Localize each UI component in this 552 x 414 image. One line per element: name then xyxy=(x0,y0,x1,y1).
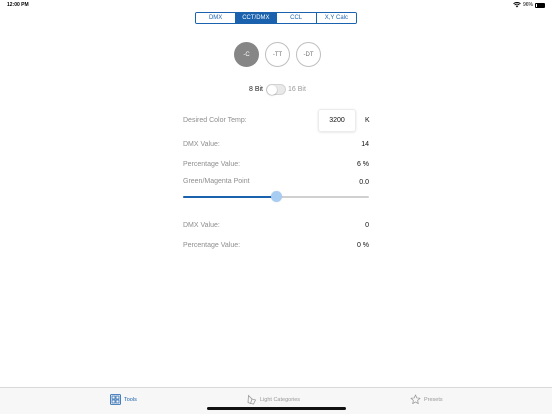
tab-tools-label: Tools xyxy=(124,396,137,403)
mode-c-button[interactable]: -C xyxy=(234,42,259,67)
tools-grid-icon xyxy=(110,394,121,405)
desired-color-temp-label: Desired Color Temp: xyxy=(183,117,247,124)
cct-percentage-value: 6 % xyxy=(356,161,369,168)
segment-cct-dmx[interactable]: CCT/DMX xyxy=(236,13,277,23)
tab-presets-label: Presets xyxy=(424,396,443,403)
home-indicator xyxy=(207,407,346,410)
segment-xy-calc[interactable]: X,Y Calc xyxy=(316,13,356,23)
tab-tools[interactable]: Tools xyxy=(110,394,137,405)
status-bar: 12:00 PM 96% xyxy=(0,0,552,10)
star-icon xyxy=(410,394,421,404)
gm-dmx-value: 0 xyxy=(365,222,369,229)
kelvin-unit: K xyxy=(365,117,370,124)
status-time: 12:00 PM xyxy=(7,2,29,8)
mode-dt-button[interactable]: -DT xyxy=(296,42,321,67)
calculator-mode-segmented-control: DMX CCT/DMX CCL X,Y Calc xyxy=(195,12,357,24)
wifi-icon xyxy=(513,2,521,8)
cct-dmx-value-label: DMX Value: xyxy=(183,141,220,148)
slider-thumb[interactable] xyxy=(270,191,282,202)
green-magenta-value: 0.0 xyxy=(359,179,369,186)
light-bulb-icon xyxy=(247,394,257,405)
tab-light-categories-label: Light Categories xyxy=(260,396,301,403)
slider-fill xyxy=(183,196,276,198)
bit-16-label: 16 Bit xyxy=(288,85,306,93)
battery-percentage: 96% xyxy=(522,2,533,8)
bit-8-label: 8 Bit xyxy=(249,85,264,93)
segment-dmx[interactable]: DMX xyxy=(196,13,237,23)
segment-ccl[interactable]: CCL xyxy=(276,13,317,23)
cct-dmx-value: 14 xyxy=(361,141,369,148)
tab-light-categories[interactable]: Light Categories xyxy=(247,394,300,405)
bit-depth-toggle[interactable] xyxy=(266,83,287,95)
gm-dmx-value-label: DMX Value: xyxy=(183,222,220,229)
mode-tt-button[interactable]: -TT xyxy=(265,42,290,67)
battery-icon xyxy=(535,2,545,8)
cct-percentage-label: Percentage Value: xyxy=(183,161,241,168)
bit-depth-row: 8 Bit 16 Bit xyxy=(249,83,306,95)
mode-selector: -C -TT -DT xyxy=(234,42,321,67)
status-right: 96% xyxy=(513,2,545,8)
toggle-knob xyxy=(267,84,278,95)
gm-percentage-value: 0 % xyxy=(356,242,369,249)
tab-presets[interactable]: Presets xyxy=(410,394,443,405)
green-magenta-label: Green/Magenta Point xyxy=(183,178,250,185)
desired-color-temp-input[interactable]: 3200 xyxy=(318,109,356,132)
green-magenta-slider[interactable] xyxy=(183,191,369,203)
gm-percentage-label: Percentage Value: xyxy=(183,242,241,249)
